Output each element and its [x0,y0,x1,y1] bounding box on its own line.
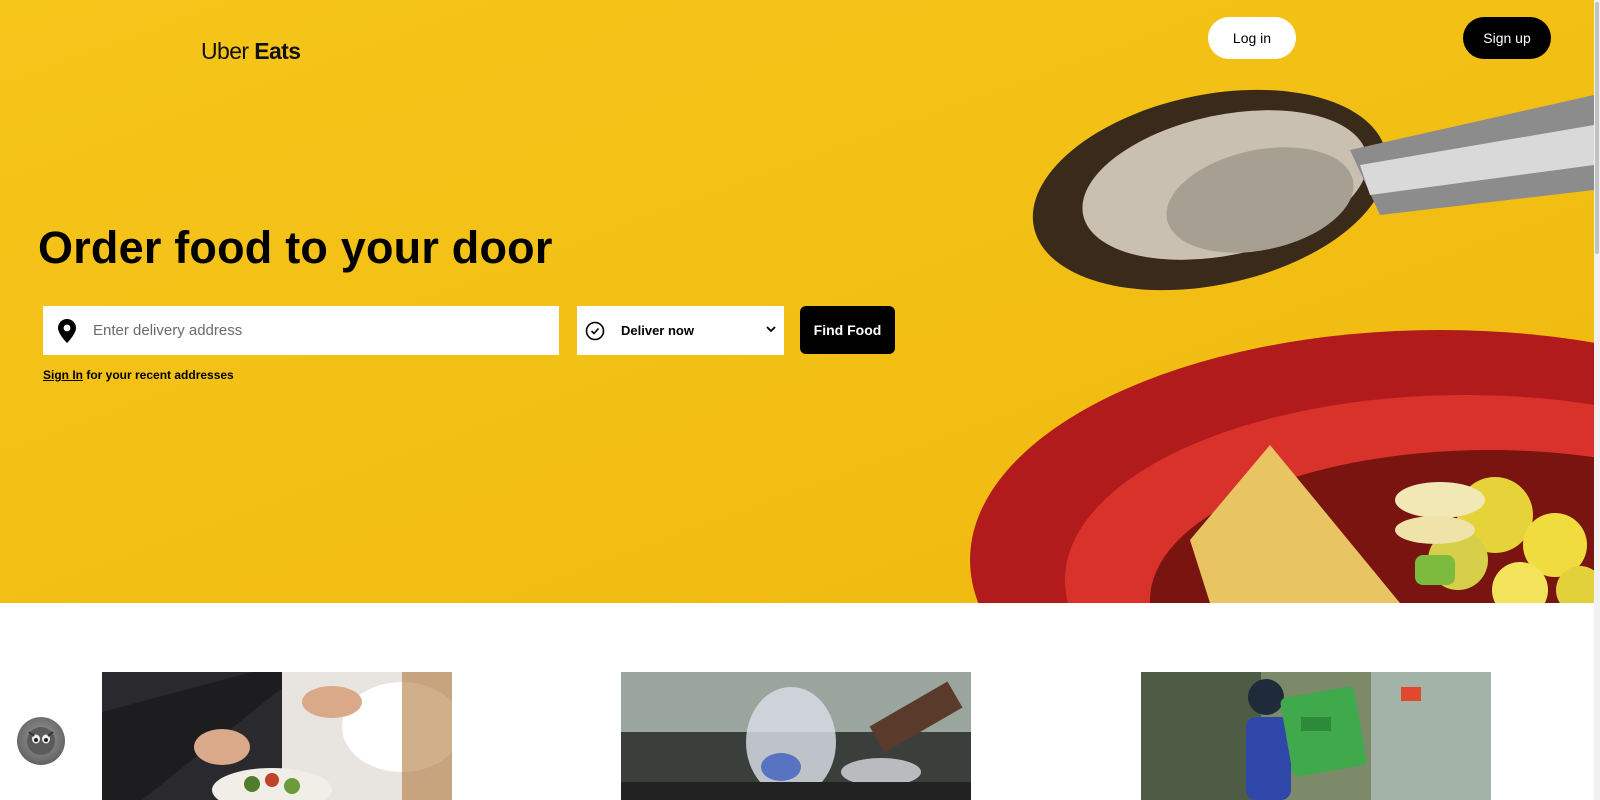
find-food-button[interactable]: Find Food [800,306,895,354]
signin-link[interactable]: Sign In [43,368,83,382]
uber-eats-logo[interactable]: Uber Eats [201,38,301,65]
hero-section [0,0,1594,603]
hero-headline: Order food to your door [38,222,553,273]
logo-word-eats: Eats [254,38,301,64]
clock-icon [585,321,607,341]
signin-hint: Sign In for your recent addresses [43,368,234,382]
delivery-address-field[interactable] [43,306,559,355]
delivery-time-value: Deliver now [621,323,694,338]
chat-bubble-icon[interactable] [17,717,65,765]
delivery-time-select[interactable]: Deliver now [577,306,784,355]
login-button[interactable]: Log in [1208,17,1296,59]
delivery-address-input[interactable] [85,306,525,355]
location-pin-icon [43,318,85,343]
chevron-down-icon [766,325,776,336]
signup-button[interactable]: Sign up [1463,17,1551,59]
logo-word-uber: Uber [201,38,249,64]
signin-hint-text: for your recent addresses [83,368,234,382]
scrollbar-thumb[interactable] [1595,2,1599,254]
card-image-person-laptop[interactable] [102,672,452,800]
card-image-courier[interactable] [1141,672,1491,800]
hero-food-image [970,89,1594,603]
card-image-chef-cooking[interactable] [621,672,971,800]
